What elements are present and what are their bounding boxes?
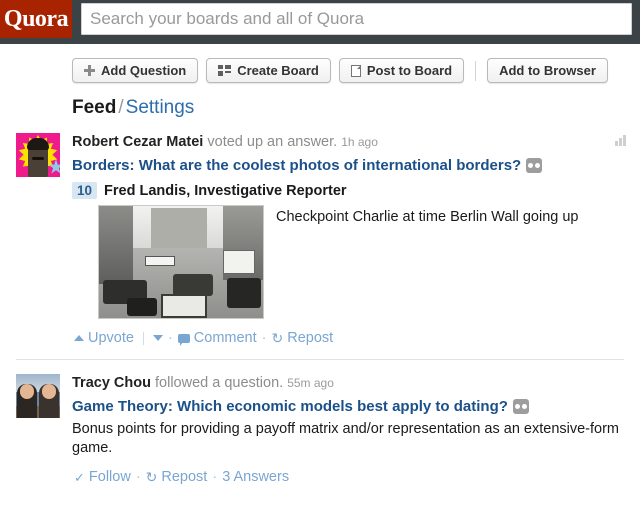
action-dot: · — [212, 468, 217, 486]
feed-heading: Feed/Settings — [0, 83, 640, 119]
photo-sign-right — [223, 250, 255, 274]
action-dot: · — [136, 468, 141, 486]
photo-caption: Checkpoint Charlie at time Berlin Wall g… — [276, 205, 579, 227]
actor-line: Robert Cezar Matei voted up an answer. 1… — [72, 133, 624, 151]
plus-icon — [84, 65, 95, 76]
story-header: Robert Cezar Matei voted up an answer. 1… — [16, 133, 624, 347]
question-title-link[interactable]: Game Theory: Which economic models best … — [72, 397, 624, 417]
follow-label: Follow — [89, 468, 131, 486]
add-question-label: Add Question — [101, 63, 186, 78]
board-grid-icon — [218, 65, 231, 76]
downvote-button[interactable] — [153, 335, 163, 341]
question-topic[interactable]: Borders — [72, 157, 130, 174]
follow-button[interactable]: ✓ Follow — [74, 468, 131, 486]
photo-vehicle — [127, 298, 157, 316]
avatar-hair — [27, 138, 49, 150]
avatar[interactable] — [16, 133, 60, 177]
action-dot: · — [168, 329, 173, 347]
create-board-label: Create Board — [237, 63, 319, 78]
post-to-board-button[interactable]: Post to Board — [339, 58, 464, 83]
triangle-up-icon — [74, 335, 84, 341]
repost-label: Repost — [287, 329, 333, 347]
actor-name[interactable]: Robert Cezar Matei — [72, 134, 203, 150]
photo-checkpoint-hut — [161, 294, 207, 318]
toolbar-divider — [475, 61, 476, 81]
timestamp: 55m ago — [287, 376, 334, 390]
story-body: Tracy Chou followed a question. 55m ago … — [72, 374, 624, 486]
answers-link[interactable]: 3 Answers — [222, 468, 289, 486]
answer-content: Checkpoint Charlie at time Berlin Wall g… — [72, 205, 624, 319]
quora-logo[interactable]: Quora — [0, 0, 72, 38]
answer-header: 10 Fred Landis, Investigative Reporter — [72, 182, 624, 199]
comment-icon — [178, 334, 190, 343]
repost-label: Repost — [161, 468, 207, 486]
photo-tank-right — [227, 278, 261, 308]
question-topic[interactable]: Game Theory — [72, 398, 168, 415]
feed-settings-link[interactable]: Settings — [126, 97, 195, 118]
upvote-label: Upvote — [88, 329, 134, 347]
search-container — [72, 0, 640, 35]
actor-name[interactable]: Tracy Chou — [72, 375, 151, 391]
create-board-button[interactable]: Create Board — [206, 58, 331, 83]
actor-line: Tracy Chou followed a question. 55m ago — [72, 374, 624, 392]
search-input[interactable] — [81, 3, 632, 35]
avatar-face-right — [42, 384, 56, 399]
story-actions: Upvote · Comment · ↻ Repost — [72, 329, 624, 347]
story-header: Tracy Chou followed a question. 55m ago … — [16, 374, 624, 486]
top-bar: Quora — [0, 0, 640, 44]
feed-story: Tracy Chou followed a question. 55m ago … — [0, 360, 640, 486]
actor-verb: voted up an answer. — [207, 134, 337, 150]
question-text: : What are the coolest photos of interna… — [130, 157, 522, 174]
avatar-face-left — [20, 384, 34, 399]
action-toolbar: Add Question Create Board Post to Board … — [0, 44, 640, 83]
photo-building-center — [151, 208, 207, 248]
action-dot: · — [262, 329, 267, 347]
goggles-badge-icon[interactable] — [513, 399, 529, 414]
stats-bar-chart-icon[interactable] — [615, 135, 626, 146]
answer-photo[interactable] — [98, 205, 264, 319]
story-body: Robert Cezar Matei voted up an answer. 1… — [72, 133, 624, 347]
repost-button[interactable]: ↻ Repost — [146, 468, 208, 486]
action-divider — [143, 332, 144, 345]
question-text: : Which economic models best apply to da… — [168, 398, 508, 415]
feed-story: Robert Cezar Matei voted up an answer. 1… — [0, 119, 640, 347]
feed-list: Robert Cezar Matei voted up an answer. 1… — [0, 119, 640, 486]
page-icon — [351, 65, 361, 77]
page-title: Feed — [72, 97, 116, 118]
add-to-browser-label: Add to Browser — [499, 63, 596, 78]
photo-building-left — [99, 206, 133, 284]
answer-author[interactable]: Fred Landis, Investigative Reporter — [104, 183, 347, 199]
add-to-browser-button[interactable]: Add to Browser — [487, 58, 608, 83]
story-actions: ✓ Follow · ↻ Repost · 3 Answers — [72, 468, 624, 486]
photo-sign-left — [145, 256, 175, 266]
repost-icon: ↻ — [272, 331, 284, 345]
check-icon: ✓ — [74, 471, 85, 484]
vote-count-badge: 10 — [72, 182, 97, 199]
photo-tank-center — [173, 274, 213, 296]
comment-button[interactable]: Comment — [178, 329, 257, 347]
goggles-badge-icon[interactable] — [526, 158, 542, 173]
avatar[interactable] — [16, 374, 60, 418]
question-details: Bonus points for providing a payoff matr… — [72, 420, 624, 458]
upvote-button[interactable]: Upvote — [74, 329, 134, 347]
comment-label: Comment — [194, 329, 257, 347]
repost-button[interactable]: ↻ Repost — [272, 329, 334, 347]
timestamp: 1h ago — [341, 135, 378, 149]
heading-separator: / — [116, 97, 125, 118]
question-title-link[interactable]: Borders: What are the coolest photos of … — [72, 156, 624, 176]
repost-icon: ↻ — [146, 470, 158, 484]
avatar-moustache — [32, 157, 44, 160]
post-to-board-label: Post to Board — [367, 63, 452, 78]
add-question-button[interactable]: Add Question — [72, 58, 198, 83]
actor-verb: followed a question. — [155, 375, 283, 391]
